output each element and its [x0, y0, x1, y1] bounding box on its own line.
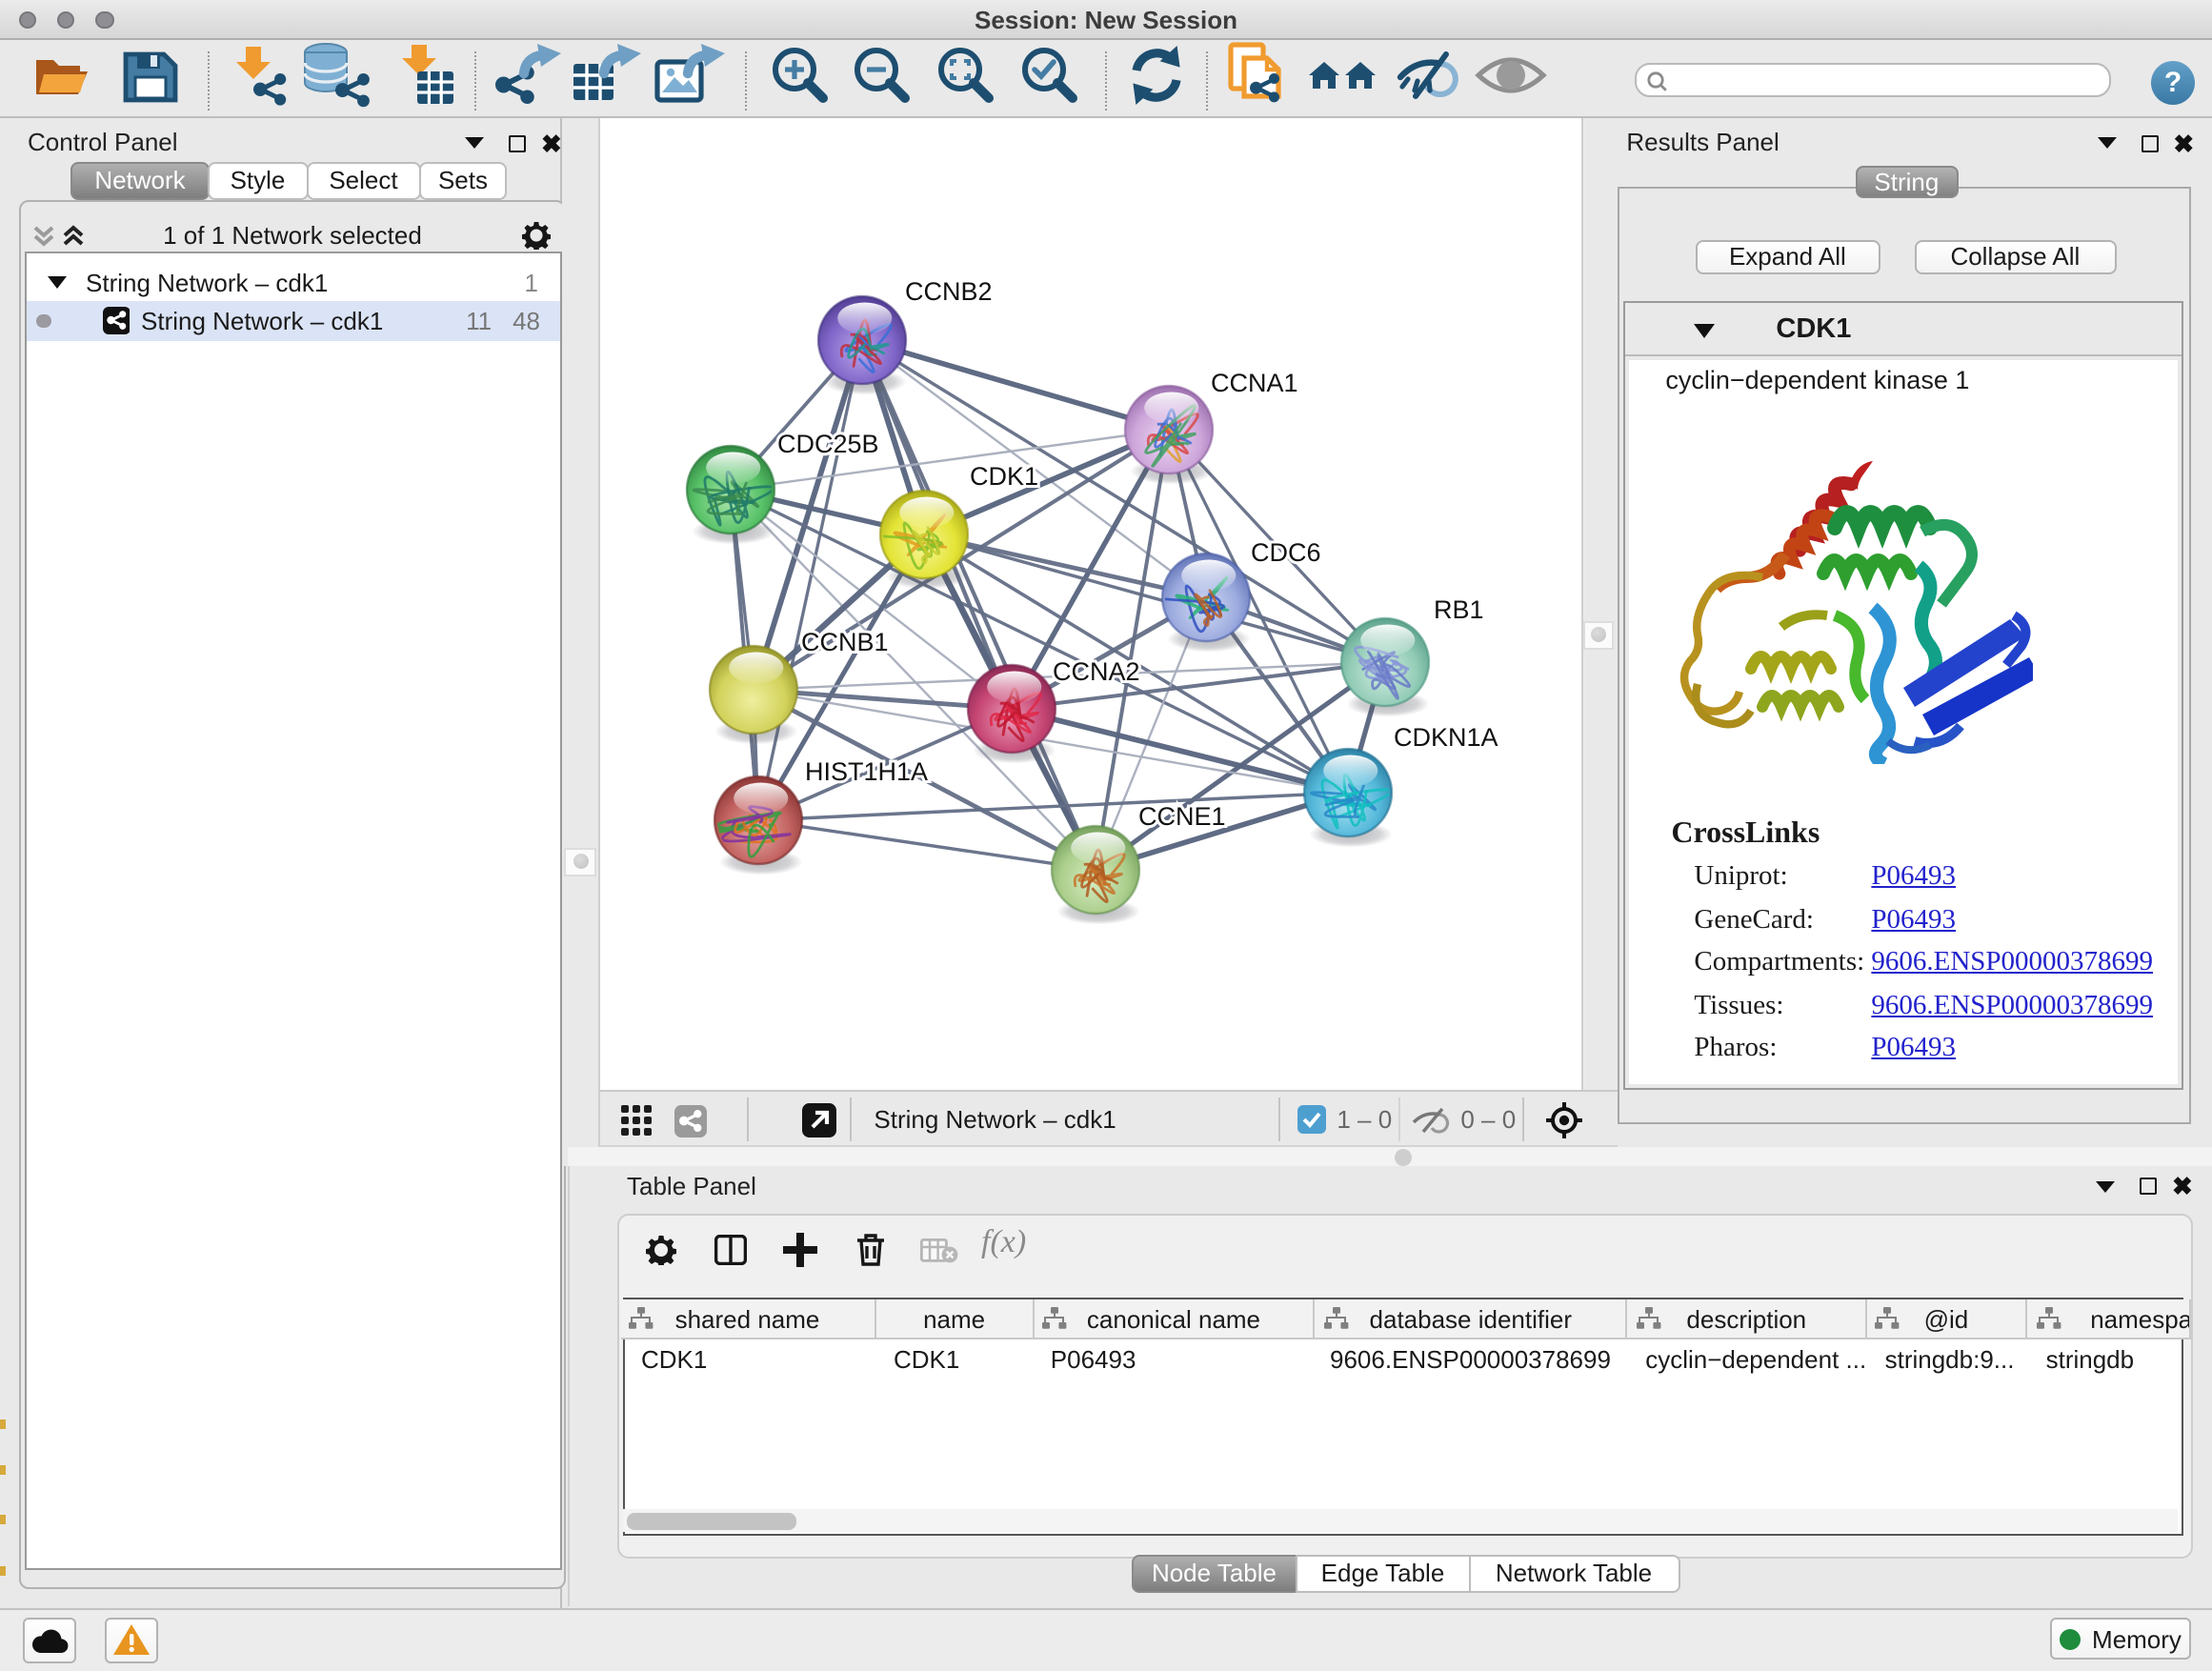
svg-text:CDC6: CDC6 [1250, 537, 1320, 566]
svg-text:CCNE1: CCNE1 [1137, 801, 1225, 830]
svg-text:CCNA1: CCNA1 [1210, 368, 1297, 396]
svg-text:HIST1H1A: HIST1H1A [804, 756, 927, 785]
svg-text:CDKN1A: CDKN1A [1393, 722, 1498, 751]
svg-text:CCNA2: CCNA2 [1052, 656, 1139, 685]
svg-text:CDK1: CDK1 [969, 461, 1037, 490]
svg-text:CDC25B: CDC25B [776, 429, 878, 457]
svg-text:RB1: RB1 [1433, 594, 1483, 623]
svg-text:CCNB2: CCNB2 [904, 276, 992, 305]
svg-text:CCNB1: CCNB1 [800, 627, 888, 655]
